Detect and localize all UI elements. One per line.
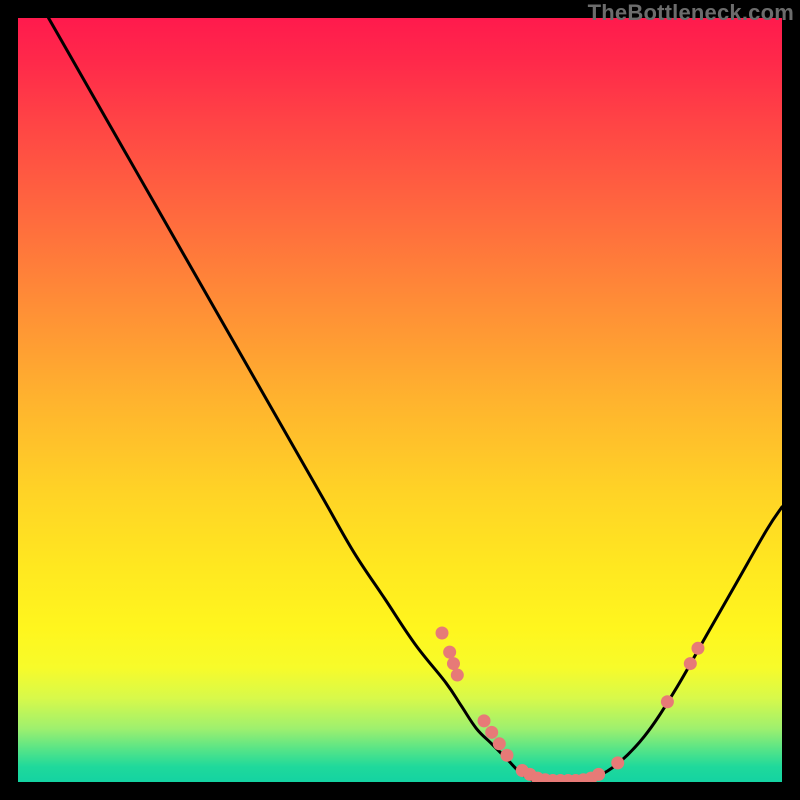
plot-area [18, 18, 782, 782]
highlight-dots [436, 627, 705, 782]
highlight-dot [478, 714, 491, 727]
highlight-dot [485, 726, 498, 739]
highlight-dot [661, 695, 674, 708]
chart-frame [18, 18, 782, 782]
highlight-dot [592, 768, 605, 781]
chart-svg [18, 18, 782, 782]
highlight-dot [611, 756, 624, 769]
highlight-dot [500, 749, 513, 762]
highlight-dot [691, 642, 704, 655]
highlight-dot [443, 646, 456, 659]
highlight-dot [447, 657, 460, 670]
highlight-dot [436, 627, 449, 640]
highlight-dot [451, 669, 464, 682]
watermark-text: TheBottleneck.com [588, 0, 794, 26]
highlight-dot [684, 657, 697, 670]
highlight-dot [493, 737, 506, 750]
bottleneck-curve [49, 18, 782, 782]
